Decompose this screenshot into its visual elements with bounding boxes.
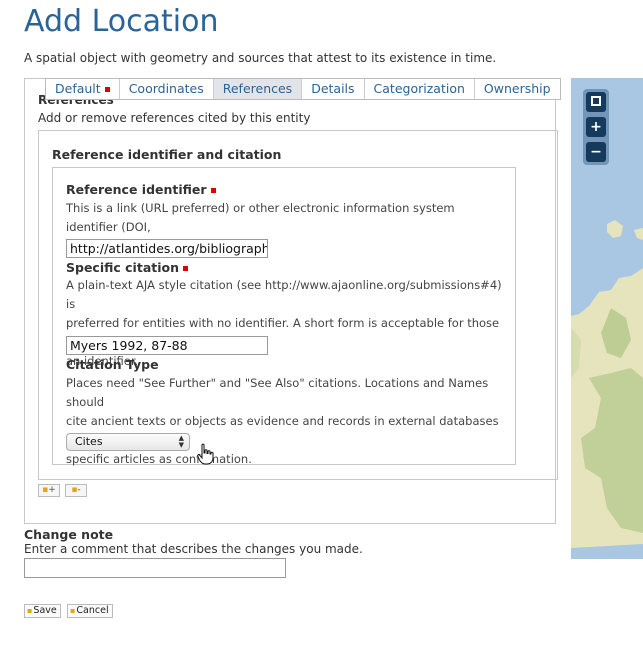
page-title: Add Location bbox=[24, 4, 219, 39]
reference-identifier-label: Reference identifier bbox=[66, 182, 216, 197]
cancel-button[interactable]: ▪Cancel bbox=[67, 604, 113, 618]
tab-ownership[interactable]: Ownership bbox=[475, 79, 560, 99]
map-view[interactable]: + − bbox=[571, 78, 643, 559]
tab-default[interactable]: Default bbox=[46, 79, 120, 99]
map-controls: + − bbox=[583, 89, 609, 165]
references-description: Add or remove references cited by this e… bbox=[38, 111, 311, 125]
page-description: A spatial object with geometry and sourc… bbox=[24, 51, 497, 65]
required-marker bbox=[104, 87, 110, 92]
citation-type-label: Citation Type bbox=[66, 357, 159, 372]
tab-details[interactable]: Details bbox=[302, 79, 365, 99]
select-arrows-icon: ▲ ▼ bbox=[178, 434, 184, 449]
required-marker bbox=[210, 188, 216, 193]
change-note-input[interactable] bbox=[24, 558, 286, 578]
specific-citation-input[interactable]: Myers 1992, 87-88 bbox=[66, 336, 268, 355]
form-tabs: Default Coordinates References Details C… bbox=[45, 78, 561, 100]
plus-icon: + bbox=[590, 119, 602, 135]
zoom-in-button[interactable]: + bbox=[586, 117, 606, 137]
reference-group-legend: Reference identifier and citation bbox=[52, 147, 282, 162]
specific-citation-label: Specific citation bbox=[66, 260, 189, 275]
change-note-label: Change note bbox=[24, 527, 114, 542]
change-note-description: Enter a comment that describes the chang… bbox=[24, 542, 363, 556]
citation-type-help: Places need "See Further" and "See Also"… bbox=[66, 376, 499, 466]
cancel-icon: ▪ bbox=[70, 606, 76, 615]
save-button[interactable]: ▪Save bbox=[24, 604, 61, 618]
minus-icon: − bbox=[590, 144, 602, 160]
extent-icon bbox=[591, 96, 601, 106]
citation-type-select[interactable]: Cites ▲ ▼ bbox=[66, 433, 190, 451]
hand-cursor-icon bbox=[197, 443, 214, 465]
zoom-extent-button[interactable] bbox=[586, 92, 606, 112]
required-marker bbox=[183, 266, 189, 271]
reference-identifier-input[interactable]: http://atlantides.org/bibliography/r bbox=[66, 239, 268, 258]
zoom-out-button[interactable]: − bbox=[586, 142, 606, 162]
tab-categorization[interactable]: Categorization bbox=[365, 79, 475, 99]
tab-references[interactable]: References bbox=[213, 79, 303, 99]
add-reference-button[interactable]: ▪+ bbox=[38, 484, 60, 497]
save-icon: ▪ bbox=[27, 606, 33, 615]
tab-coordinates[interactable]: Coordinates bbox=[120, 79, 214, 99]
remove-reference-button[interactable]: ▪- bbox=[65, 484, 87, 497]
